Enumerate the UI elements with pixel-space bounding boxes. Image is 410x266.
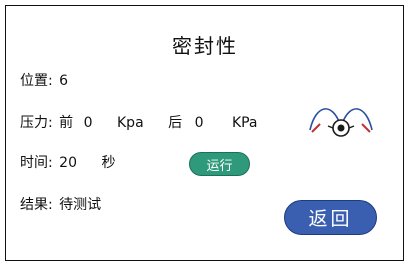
result-row: 结果: 待测试	[20, 194, 101, 214]
sealing-device-icon	[309, 108, 373, 137]
time-unit: 秒	[101, 155, 116, 171]
pressure-back-label: 后	[168, 115, 183, 131]
pressure-label: 压力:	[20, 115, 53, 131]
position-row: 位置: 6	[20, 70, 68, 90]
run-button[interactable]: 运行	[189, 152, 250, 176]
page-title: 密封性	[172, 34, 238, 58]
back-button[interactable]: 返回	[284, 200, 377, 235]
pressure-back-value: 0	[194, 115, 204, 131]
time-label: 时间:	[20, 155, 53, 171]
result-label: 结果:	[20, 197, 53, 213]
pressure-row: 压力: 前 0 Kpa 后 0 KPa	[20, 112, 258, 132]
pressure-back-unit: KPa	[231, 115, 258, 131]
pressure-front-unit: Kpa	[117, 115, 144, 131]
time-row: 时间: 20 秒	[20, 152, 115, 172]
pressure-front-value: 0	[83, 115, 93, 131]
position-label: 位置:	[20, 73, 53, 89]
position-value: 6	[59, 73, 69, 89]
result-value: 待测试	[59, 197, 102, 213]
pressure-front-label: 前	[59, 115, 74, 131]
time-value: 20	[59, 155, 77, 171]
